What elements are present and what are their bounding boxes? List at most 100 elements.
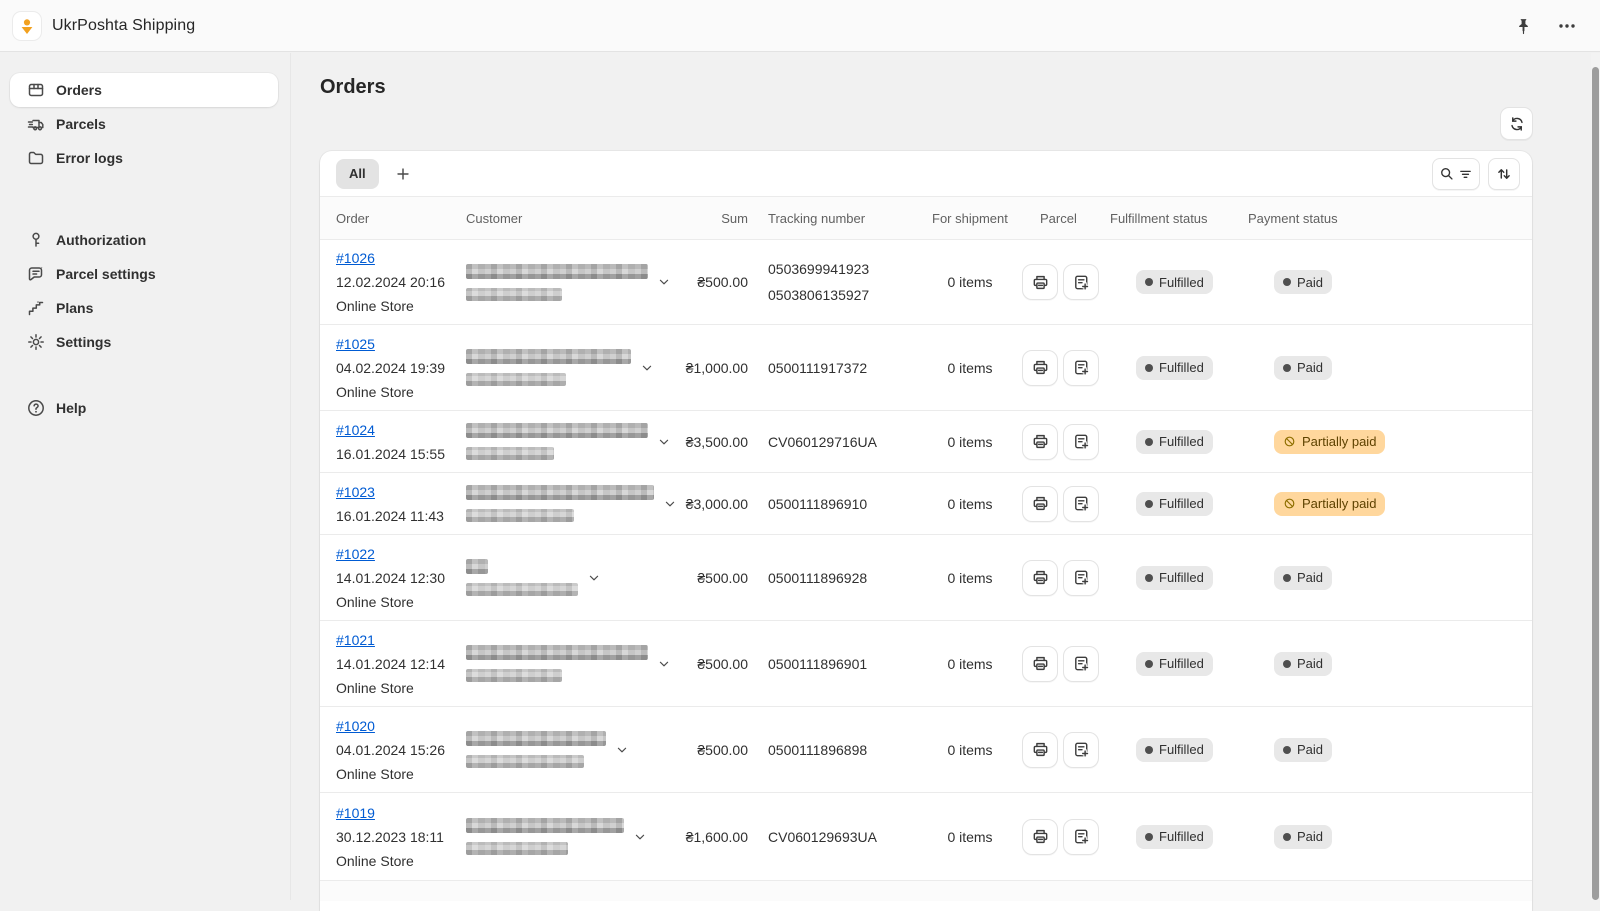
- status-dot: [1145, 833, 1153, 841]
- sidebar-item-label: Plans: [56, 300, 93, 316]
- customer-cell: [466, 645, 658, 682]
- chevron-down-icon[interactable]: [614, 742, 630, 758]
- parcel-cell: [1022, 646, 1110, 682]
- fulfillment-status-label: Fulfilled: [1159, 742, 1204, 757]
- for-shipment-count: 0 items: [918, 656, 1022, 672]
- col-header-shipment: For shipment: [918, 211, 1022, 226]
- order-date: 04.02.2024 19:39: [336, 356, 466, 380]
- order-cell: #101930.12.2023 18:11Online Store: [336, 801, 466, 873]
- parcel-cell: [1022, 350, 1110, 386]
- tracking-number: 0503806135927: [768, 287, 918, 303]
- payment-status-badge: Partially paid: [1274, 492, 1385, 516]
- add-view-button[interactable]: [389, 160, 417, 188]
- create-label-button[interactable]: [1063, 732, 1099, 768]
- tracking-cell: 0500111917372: [748, 360, 918, 376]
- order-link[interactable]: #1025: [336, 336, 375, 352]
- print-button[interactable]: [1022, 424, 1058, 460]
- sidebar-item-plans[interactable]: Plans: [10, 291, 278, 325]
- sidebar-item-help[interactable]: Help: [10, 391, 278, 425]
- scrollbar-track: [1591, 53, 1600, 900]
- sort-button[interactable]: [1488, 158, 1520, 190]
- create-label-button[interactable]: [1063, 424, 1099, 460]
- tab-all[interactable]: All: [336, 159, 379, 189]
- customer-name-blur: [466, 559, 488, 574]
- customer-name-blur: [466, 485, 654, 500]
- create-label-button[interactable]: [1063, 486, 1099, 522]
- order-cell: #102612.02.2024 20:16Online Store: [336, 246, 466, 318]
- order-link[interactable]: #1023: [336, 484, 375, 500]
- sidebar-item-label: Help: [56, 400, 86, 416]
- order-link[interactable]: #1021: [336, 632, 375, 648]
- sidebar-item-parcels[interactable]: Parcels: [10, 107, 278, 141]
- print-button[interactable]: [1022, 264, 1058, 300]
- col-header-customer: Customer: [466, 211, 658, 226]
- print-button[interactable]: [1022, 732, 1058, 768]
- order-sum: ₴3,000.00: [658, 496, 748, 512]
- chevron-down-icon[interactable]: [632, 829, 648, 845]
- fulfillment-cell: Fulfilled: [1110, 825, 1248, 849]
- filter-icon: [1457, 165, 1474, 182]
- customer-cell: [466, 349, 658, 386]
- chevron-down-icon[interactable]: [639, 360, 655, 376]
- help-circle-icon: [26, 398, 46, 418]
- table-footer-strip: [320, 881, 1532, 901]
- customer-name-blur: [466, 349, 631, 364]
- customer-cell: [466, 818, 658, 855]
- print-button[interactable]: [1022, 350, 1058, 386]
- tracking-number: 0500111917372: [768, 360, 918, 376]
- ellipsis-icon[interactable]: [1556, 15, 1578, 37]
- search-and-filter-button[interactable]: [1432, 158, 1480, 190]
- print-button[interactable]: [1022, 486, 1058, 522]
- create-label-button[interactable]: [1063, 264, 1099, 300]
- orders-box-icon: [26, 80, 46, 100]
- create-label-button[interactable]: [1063, 819, 1099, 855]
- col-header-order: Order: [336, 211, 466, 226]
- refresh-button[interactable]: [1500, 107, 1533, 140]
- order-link[interactable]: #1022: [336, 546, 375, 562]
- order-link[interactable]: #1026: [336, 250, 375, 266]
- for-shipment-count: 0 items: [918, 274, 1022, 290]
- table-row: #102004.01.2024 15:26Online Store₴500.00…: [320, 707, 1532, 793]
- fulfillment-cell: Fulfilled: [1110, 270, 1248, 294]
- fulfillment-status-label: Fulfilled: [1159, 656, 1204, 671]
- order-channel: Online Store: [336, 849, 466, 873]
- folder-icon: [26, 148, 46, 168]
- ukrposhta-logo-icon: [17, 16, 37, 36]
- customer-cell: [466, 423, 658, 460]
- tracking-number: CV060129716UA: [768, 434, 918, 450]
- tracking-number: 0500111896910: [768, 496, 918, 512]
- for-shipment-count: 0 items: [918, 829, 1022, 845]
- sidebar-item-settings[interactable]: Settings: [10, 325, 278, 359]
- print-button[interactable]: [1022, 646, 1058, 682]
- sidebar-item-label: Settings: [56, 334, 111, 350]
- order-link[interactable]: #1019: [336, 805, 375, 821]
- gear-icon: [26, 332, 46, 352]
- sidebar-item-authorization[interactable]: Authorization: [10, 223, 278, 257]
- pin-icon[interactable]: [1512, 15, 1534, 37]
- order-link[interactable]: #1020: [336, 718, 375, 734]
- customer-name-redacted: [466, 559, 578, 596]
- print-button[interactable]: [1022, 819, 1058, 855]
- table-row: #102114.01.2024 12:14Online Store₴500.00…: [320, 621, 1532, 707]
- plus-icon: [394, 165, 412, 183]
- fulfillment-status-badge: Fulfilled: [1136, 825, 1213, 849]
- sidebar-item-orders[interactable]: Orders: [10, 73, 278, 107]
- tracking-cell: 0500111896928: [748, 570, 918, 586]
- chevron-down-icon[interactable]: [586, 570, 602, 586]
- sidebar-item-parcel-settings[interactable]: Parcel settings: [10, 257, 278, 291]
- create-label-button[interactable]: [1063, 350, 1099, 386]
- customer-name-blur: [466, 423, 648, 438]
- table-row: #101930.12.2023 18:11Online Store₴1,600.…: [320, 793, 1532, 881]
- print-button[interactable]: [1022, 560, 1058, 596]
- sidebar-item-error-logs[interactable]: Error logs: [10, 141, 278, 175]
- orders-table-card: All: [320, 151, 1532, 911]
- sidebar-item-label: Error logs: [56, 150, 123, 166]
- create-label-button[interactable]: [1063, 560, 1099, 596]
- col-header-tracking: Tracking number: [748, 211, 918, 226]
- tracking-cell: 0500111896898: [748, 742, 918, 758]
- order-sum: ₴500.00: [658, 570, 748, 586]
- order-sum: ₴500.00: [658, 742, 748, 758]
- scrollbar-thumb[interactable]: [1592, 67, 1599, 900]
- order-link[interactable]: #1024: [336, 422, 375, 438]
- create-label-button[interactable]: [1063, 646, 1099, 682]
